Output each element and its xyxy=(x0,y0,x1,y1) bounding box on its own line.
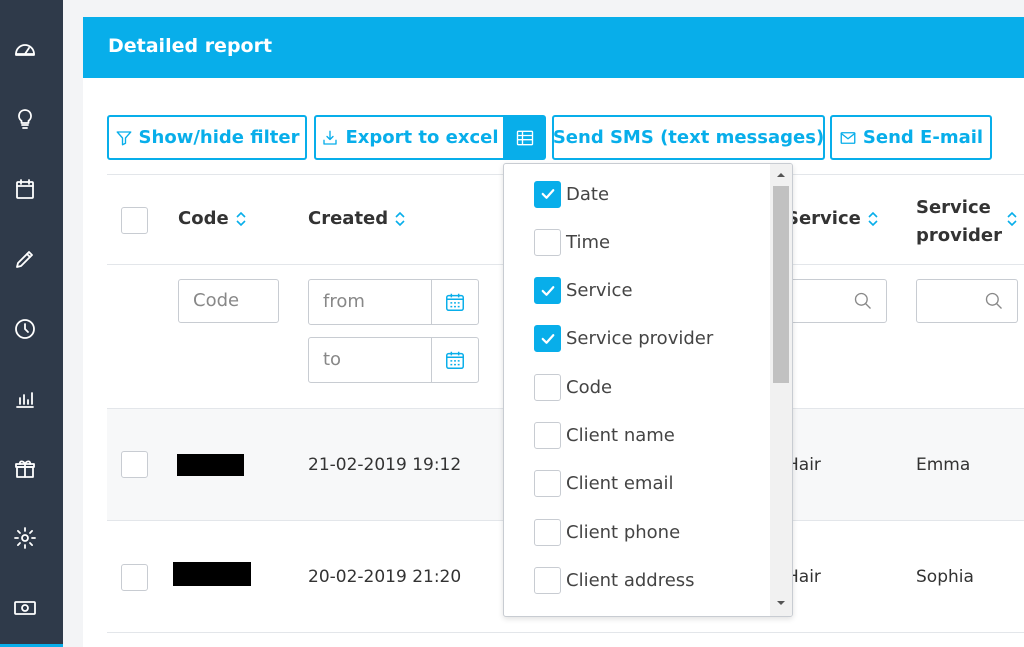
scroll-up-icon[interactable] xyxy=(776,170,786,180)
page-title: Detailed report xyxy=(108,35,273,57)
column-option-label: Client phone xyxy=(566,521,681,543)
column-option-label: Time xyxy=(566,231,611,253)
column-option-label: Service xyxy=(566,280,633,302)
send-sms-button[interactable]: Send SMS (text messages) xyxy=(552,115,825,160)
checkbox-unchecked[interactable] xyxy=(534,422,561,449)
column-option[interactable]: Date xyxy=(534,179,609,209)
pencil-icon[interactable] xyxy=(12,246,38,272)
redacted-code xyxy=(177,454,244,476)
calendar-icon[interactable] xyxy=(12,176,38,202)
column-option-label: Client name xyxy=(566,425,675,446)
code-filter-input[interactable]: Code xyxy=(178,279,279,323)
calendar-to-button[interactable] xyxy=(431,337,479,383)
provider-header-line2: provider xyxy=(916,225,1003,246)
dashboard-icon[interactable] xyxy=(12,36,38,62)
column-option[interactable]: Client name xyxy=(534,421,675,451)
checkbox-checked[interactable] xyxy=(534,180,561,208)
clock-icon[interactable] xyxy=(12,316,38,342)
created-column-header[interactable]: Created xyxy=(308,208,406,229)
code-column-header[interactable]: Code xyxy=(178,208,247,229)
search-icon xyxy=(853,291,873,311)
panel-header: Detailed report xyxy=(83,17,1024,78)
export-excel-button[interactable]: Export to excel xyxy=(314,115,506,160)
send-email-button[interactable]: Send E-mail xyxy=(830,115,992,160)
table-icon xyxy=(516,130,533,145)
select-all-checkbox[interactable] xyxy=(121,207,148,234)
column-option-label: Code xyxy=(566,376,613,398)
checkbox-unchecked[interactable] xyxy=(534,373,561,401)
sort-icon xyxy=(235,211,247,227)
filter-icon xyxy=(116,130,131,145)
calendar-from-button[interactable] xyxy=(431,279,479,325)
date-from-input[interactable]: from xyxy=(308,279,432,325)
column-option[interactable]: Code xyxy=(534,372,612,402)
column-option-label: Service provider xyxy=(566,328,714,350)
money-icon[interactable] xyxy=(12,595,38,621)
sort-icon[interactable] xyxy=(1006,211,1018,227)
created-cell: 20-02-2019 21:20 xyxy=(308,567,462,587)
sidebar xyxy=(0,0,63,647)
provider-header-line1: Service xyxy=(916,197,991,218)
checkbox-unchecked[interactable] xyxy=(534,518,561,546)
calendar-icon xyxy=(446,351,464,369)
column-option[interactable]: Service provider xyxy=(534,324,713,354)
row-divider xyxy=(107,632,1024,633)
row-checkbox[interactable] xyxy=(121,564,148,591)
download-icon xyxy=(323,130,338,145)
checkmark-icon xyxy=(541,285,554,296)
envelope-icon xyxy=(840,131,856,144)
column-option[interactable]: Client address xyxy=(534,565,695,595)
date-to-input[interactable]: to xyxy=(308,337,432,383)
provider-cell: Sophia xyxy=(916,567,974,587)
chart-icon[interactable] xyxy=(12,386,38,412)
scroll-down-icon[interactable] xyxy=(776,598,786,608)
export-label: Export to excel xyxy=(345,127,499,148)
provider-cell: Emma xyxy=(916,455,971,475)
checkmark-icon xyxy=(541,189,554,199)
created-cell: 21-02-2019 19:12 xyxy=(308,455,462,475)
column-chooser-menu: Date Time Service Service provider Code Clien… xyxy=(503,163,793,617)
redacted-code xyxy=(173,562,251,586)
show-hide-filter-button[interactable]: Show/hide filter xyxy=(107,115,307,160)
provider-column-header[interactable]: Service provider xyxy=(916,194,1002,250)
sort-icon xyxy=(867,211,879,227)
service-header-label: Service xyxy=(786,208,861,229)
column-option[interactable]: Client phone xyxy=(534,517,680,547)
scrollbar-thumb[interactable] xyxy=(773,186,789,383)
code-header-label: Code xyxy=(178,208,229,229)
created-header-label: Created xyxy=(308,208,389,229)
email-label: Send E-mail xyxy=(862,127,984,148)
filter-label: Show/hide filter xyxy=(138,127,300,148)
column-chooser-button[interactable] xyxy=(503,115,546,160)
checkbox-unchecked[interactable] xyxy=(534,228,561,256)
column-option[interactable]: Service xyxy=(534,276,633,306)
gear-icon[interactable] xyxy=(12,525,38,551)
column-option-label: Client address xyxy=(566,569,695,591)
search-icon xyxy=(984,291,1004,311)
checkbox-checked[interactable] xyxy=(534,277,561,305)
column-option[interactable]: Time xyxy=(534,227,610,257)
service-column-header[interactable]: Service xyxy=(786,208,879,229)
checkbox-unchecked[interactable] xyxy=(534,470,561,498)
sms-label: Send SMS (text messages) xyxy=(552,127,825,148)
column-option[interactable]: Client email xyxy=(534,469,673,499)
gift-icon[interactable] xyxy=(12,456,38,482)
row-checkbox[interactable] xyxy=(121,451,148,478)
checkmark-icon xyxy=(541,334,554,344)
column-option-label: Date xyxy=(566,183,610,205)
checkbox-checked[interactable] xyxy=(534,325,561,353)
sort-icon xyxy=(394,211,406,227)
lightbulb-icon[interactable] xyxy=(12,106,38,132)
checkbox-unchecked[interactable] xyxy=(534,566,561,594)
calendar-icon xyxy=(446,293,464,311)
scrollbar[interactable] xyxy=(770,164,792,616)
column-option-label: Client email xyxy=(566,473,674,495)
